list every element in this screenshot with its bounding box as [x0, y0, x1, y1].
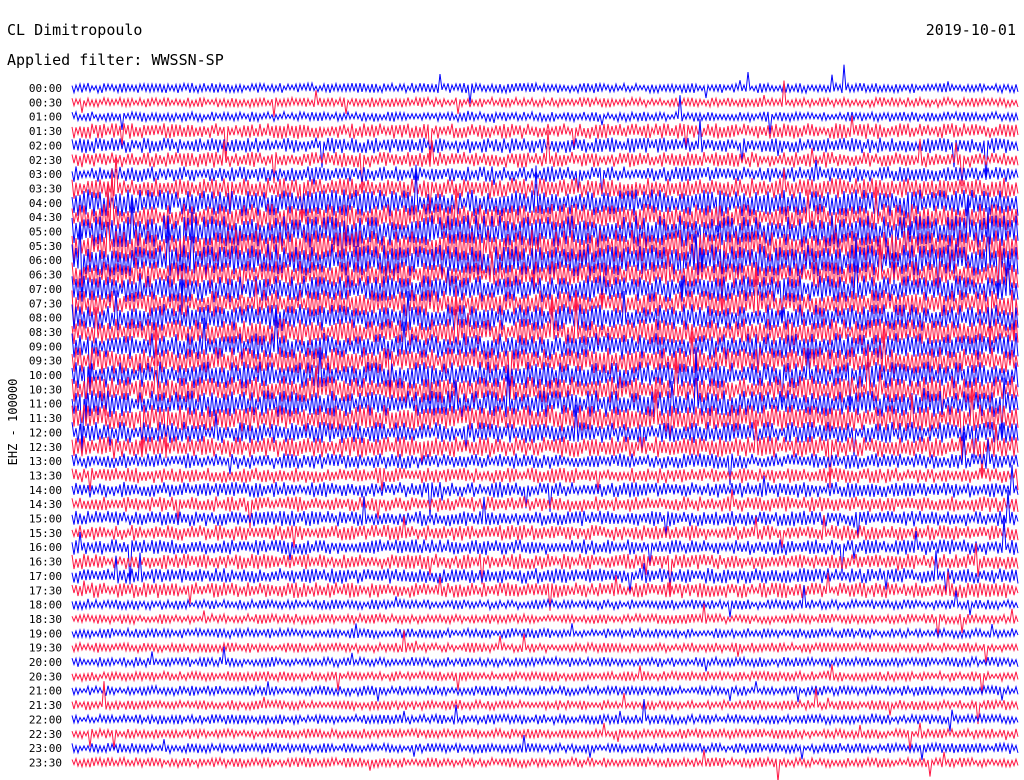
time-tick-labels: 00:0000:30 01:0001:3002:00 02:3003:0003:30… — [29, 82, 62, 769]
time-label-0200: 02:00 — [29, 139, 62, 152]
time-label-1530: 15:30 — [29, 527, 62, 540]
time-label-0630: 06:30 — [29, 269, 62, 282]
time-label-0900: 09:00 — [29, 340, 62, 353]
time-label-0330: 03:30 — [29, 182, 62, 195]
time-label-0830: 08:30 — [29, 326, 62, 339]
time-label-1030: 10:30 — [29, 383, 62, 396]
time-label-1300: 13:00 — [29, 455, 62, 468]
helicorder-plot: 00:0000:30 01:0001:3002:00 02:3003:0003:30… — [6, 64, 1019, 780]
time-label-0000: 00:00 — [29, 82, 62, 95]
time-label-2330: 23:30 — [29, 756, 62, 769]
time-label-1100: 11:00 — [29, 398, 62, 411]
time-label-2300: 23:00 — [29, 742, 62, 755]
time-label-0730: 07:30 — [29, 297, 62, 310]
time-label-1430: 14:30 — [29, 498, 62, 511]
time-label-0230: 02:30 — [29, 154, 62, 167]
time-label-0300: 03:00 — [29, 168, 62, 181]
time-label-1630: 16:30 — [29, 556, 62, 569]
time-label-1130: 11:30 — [29, 412, 62, 425]
time-label-0530: 05:30 — [29, 240, 62, 253]
trace-group — [71, 64, 1019, 780]
time-label-1230: 12:30 — [29, 441, 62, 454]
time-label-1900: 19:00 — [29, 627, 62, 640]
time-label-1600: 16:00 — [29, 541, 62, 554]
time-label-0800: 08:00 — [29, 312, 62, 325]
time-label-1400: 14:00 — [29, 484, 62, 497]
trace-2330 — [71, 749, 1019, 780]
time-label-1500: 15:00 — [29, 513, 62, 526]
time-label-0130: 01:30 — [29, 125, 62, 138]
time-label-2200: 22:00 — [29, 713, 62, 726]
trace-2300 — [71, 734, 1019, 761]
time-label-0400: 04:00 — [29, 197, 62, 210]
trace-2100 — [71, 681, 1019, 703]
time-label-2030: 20:30 — [29, 670, 62, 683]
time-label-0700: 07:00 — [29, 283, 62, 296]
time-label-1200: 12:00 — [29, 426, 62, 439]
time-label-2000: 20:00 — [29, 656, 62, 669]
time-label-0930: 09:30 — [29, 355, 62, 368]
time-label-2230: 22:30 — [29, 728, 62, 741]
time-label-1000: 10:00 — [29, 369, 62, 382]
time-label-1730: 17:30 — [29, 584, 62, 597]
time-label-1700: 17:00 — [29, 570, 62, 583]
time-label-0500: 05:00 — [29, 226, 62, 239]
time-label-0030: 00:30 — [29, 96, 62, 109]
y-axis-label: EHZ - 100000 — [6, 379, 20, 466]
time-label-1330: 13:30 — [29, 469, 62, 482]
time-label-0100: 01:00 — [29, 111, 62, 124]
time-label-1930: 19:30 — [29, 642, 62, 655]
time-label-0430: 04:30 — [29, 211, 62, 224]
time-label-2130: 21:30 — [29, 699, 62, 712]
time-label-1800: 18:00 — [29, 599, 62, 612]
trace-1900 — [71, 623, 1019, 641]
time-label-1830: 18:30 — [29, 613, 62, 626]
time-label-0600: 06:00 — [29, 254, 62, 267]
time-label-2100: 21:00 — [29, 685, 62, 698]
